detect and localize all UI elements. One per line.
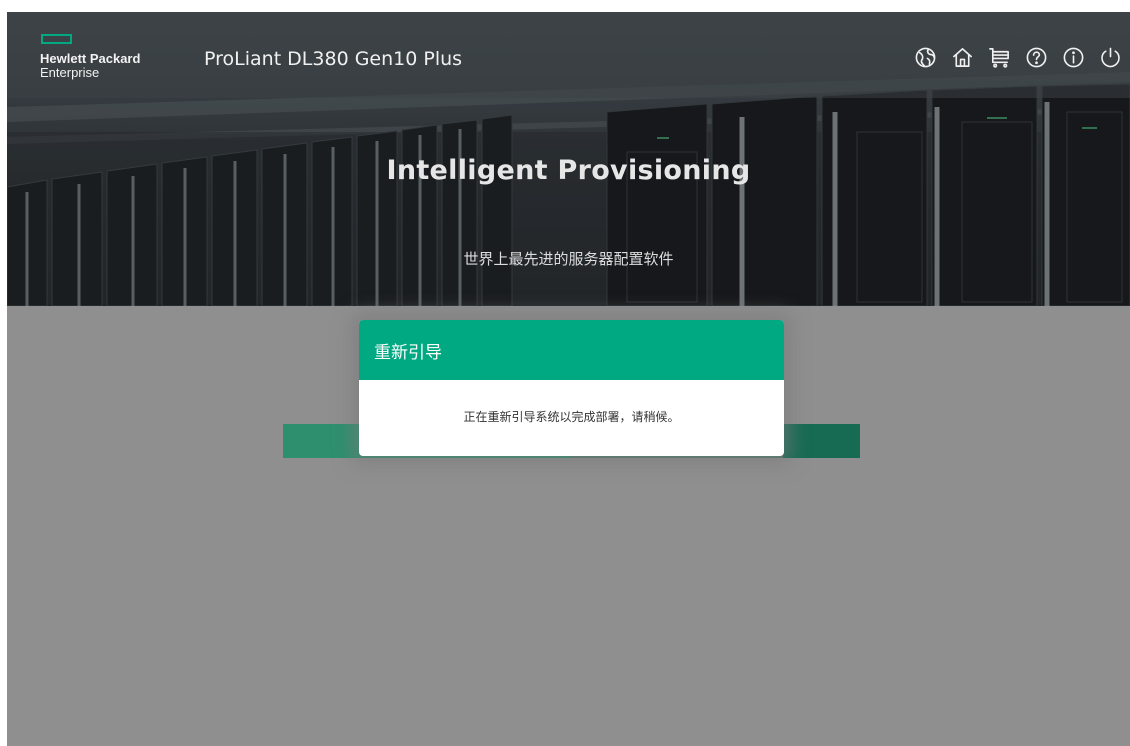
help-button[interactable] xyxy=(1023,44,1050,71)
reboot-dialog: 重新引导 正在重新引导系统以完成部署，请稍候。 xyxy=(359,320,784,456)
globe-icon xyxy=(915,47,936,68)
info-icon xyxy=(1063,47,1084,68)
cart-icon xyxy=(989,48,1009,68)
hero-title: Intelligent Provisioning xyxy=(386,155,751,186)
dialog-body: 正在重新引导系统以完成部署，请稍候。 xyxy=(359,380,784,456)
product-title: ProLiant DL380 Gen10 Plus xyxy=(204,48,463,70)
dialog-title: 重新引导 xyxy=(374,342,442,363)
language-button[interactable] xyxy=(912,44,939,71)
home-icon xyxy=(953,48,972,67)
dialog-header: 重新引导 xyxy=(359,320,784,380)
top-header: Hewlett Packard Enterprise ProLiant DL38… xyxy=(7,12,1130,98)
brand-line1: Hewlett Packard xyxy=(40,51,141,66)
hpe-logo: Hewlett Packard Enterprise xyxy=(40,34,180,84)
brand-line2: Enterprise xyxy=(40,65,100,80)
home-button[interactable] xyxy=(949,44,976,71)
power-icon xyxy=(1101,47,1120,68)
screen: Intelligent Provisioning 世界上最先进的服务器配置软件 … xyxy=(7,12,1130,746)
help-icon xyxy=(1026,47,1047,68)
cart-button[interactable] xyxy=(986,44,1013,71)
hpe-logo-box-icon xyxy=(41,34,72,44)
header-toolbar xyxy=(912,44,1124,72)
power-button[interactable] xyxy=(1097,44,1124,71)
progress-bar-right-segment xyxy=(783,424,860,458)
info-button[interactable] xyxy=(1060,44,1087,71)
hero-subtitle: 世界上最先进的服务器配置软件 xyxy=(463,250,674,268)
dialog-message: 正在重新引导系统以完成部署，请稍候。 xyxy=(463,409,680,424)
